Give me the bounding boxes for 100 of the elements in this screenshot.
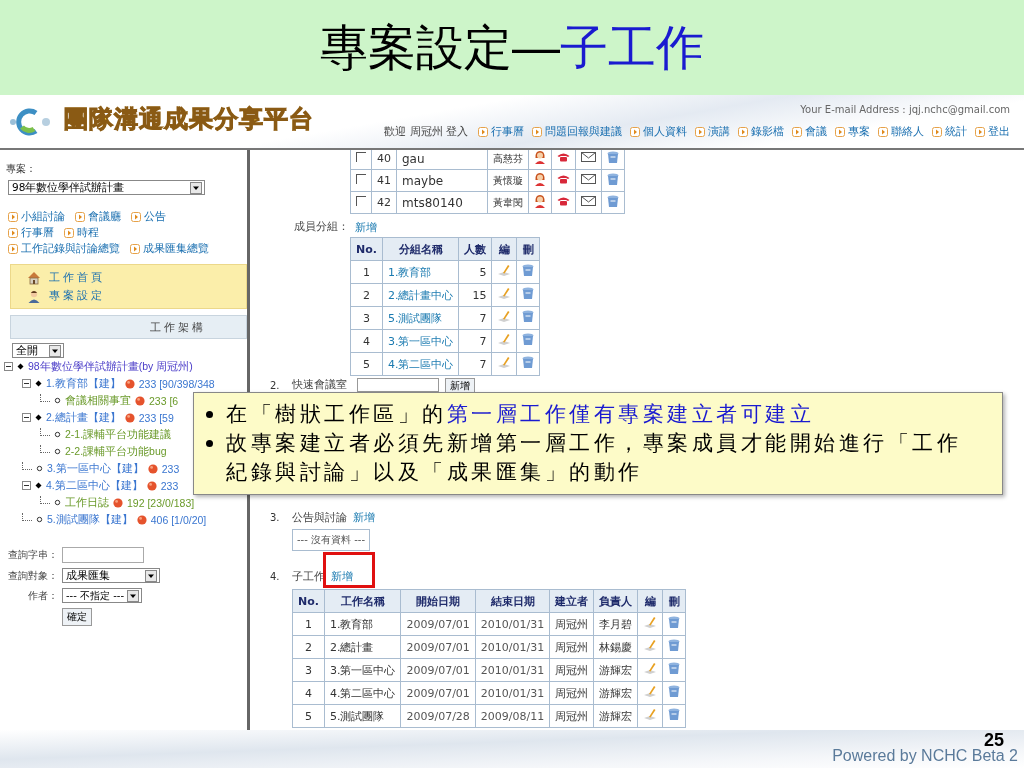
trash-icon[interactable]: [522, 356, 535, 369]
circle-bullet-icon: [54, 499, 61, 506]
person-icon[interactable]: [534, 150, 546, 164]
sidebar-link[interactable]: 成果匯集總覽: [130, 241, 209, 256]
nav-link[interactable]: 會議: [792, 125, 827, 139]
table-cell: 2009/07/01: [400, 635, 476, 659]
query-field[interactable]: [62, 547, 144, 563]
trash-icon[interactable]: [668, 616, 681, 629]
table-cell: 周冠州: [549, 681, 594, 705]
phone-icon[interactable]: [557, 196, 570, 206]
table-cell: 2: [292, 635, 325, 659]
sidebar-link[interactable]: 時程: [64, 225, 99, 240]
trash-icon[interactable]: [668, 639, 681, 652]
trash-icon[interactable]: [607, 172, 619, 186]
tree-item-count: 233 [59: [138, 411, 174, 424]
nav-link[interactable]: 聯絡人: [878, 125, 924, 139]
nav-link[interactable]: 個人資料: [630, 125, 687, 139]
edit-icon[interactable]: [643, 685, 658, 698]
table-cell: 2009/07/01: [400, 681, 476, 705]
sidebar-link[interactable]: 工作記錄與討論總覽: [8, 241, 120, 256]
welcome-text: 歡迎 周冠州 登入: [384, 125, 468, 139]
sidebar-link[interactable]: 會議廳: [75, 209, 121, 224]
tree-item[interactable]: 工作日誌: [65, 495, 109, 510]
project-select[interactable]: 98年數位學伴試辦計畫: [8, 180, 205, 195]
tree-item[interactable]: 2-2.課輔平台功能bug: [65, 444, 167, 459]
edit-icon[interactable]: [643, 662, 658, 675]
sidebar-link[interactable]: 行事曆: [8, 225, 54, 240]
edit-icon[interactable]: [643, 616, 658, 629]
phone-icon[interactable]: [557, 174, 570, 184]
tree-item[interactable]: 98年數位學伴試辦計畫(by 周冠州): [28, 359, 193, 374]
table-cell: 4: [350, 329, 383, 353]
phone-icon[interactable]: [557, 152, 570, 162]
nav-link[interactable]: 統計: [932, 125, 967, 139]
tree-line: [22, 512, 32, 521]
circle-bullet-icon: [54, 431, 61, 438]
callout-text: 故專案建立者必須先新增第一層工作，專案成員才能開始進行「工作紀錄與討論」以及「成果匯集」的動作: [202, 428, 968, 486]
add-link[interactable]: 新增: [353, 510, 375, 525]
tree-item[interactable]: 會議相關事宜: [65, 393, 131, 408]
sidebar-link[interactable]: 公告: [131, 209, 166, 224]
trash-icon[interactable]: [522, 264, 535, 277]
person-icon[interactable]: [534, 172, 546, 186]
table-cell: 3: [350, 306, 383, 330]
author-select[interactable]: --- 不指定 ---: [62, 588, 142, 603]
circle-bullet-icon: [54, 397, 61, 404]
nav-link[interactable]: 行事曆: [478, 125, 524, 139]
edit-icon[interactable]: [497, 333, 512, 346]
trash-icon[interactable]: [668, 685, 681, 698]
nav-link[interactable]: 演講: [695, 125, 730, 139]
column-header: 刪: [662, 589, 686, 613]
section-number: 4.: [270, 571, 281, 582]
section-label: 成員分組：: [294, 220, 349, 234]
nav-link[interactable]: 專案: [835, 125, 870, 139]
tree-item[interactable]: 2.總計畫【建】: [46, 410, 121, 425]
highlight-frame: [323, 552, 375, 588]
person-icon[interactable]: [534, 194, 546, 208]
trash-icon[interactable]: [668, 708, 681, 721]
tree-toggle-icon[interactable]: [22, 379, 31, 388]
edit-icon[interactable]: [497, 287, 512, 300]
add-link[interactable]: 新增: [331, 570, 353, 583]
tree-toggle-icon[interactable]: [4, 362, 13, 371]
expand-select[interactable]: 全開: [12, 343, 64, 358]
tree-item[interactable]: 4.第二區中心【建】: [46, 478, 143, 493]
table-cell: 7: [458, 329, 492, 353]
tree-item[interactable]: 1.教育部【建】: [46, 376, 121, 391]
trash-icon[interactable]: [522, 310, 535, 323]
edit-icon[interactable]: [497, 356, 512, 369]
table-cell: maybe: [396, 169, 488, 192]
mail-icon[interactable]: [581, 196, 596, 206]
trash-icon[interactable]: [607, 194, 619, 208]
diamond-bullet-icon: [17, 363, 24, 370]
trash-icon[interactable]: [522, 333, 535, 346]
add-link[interactable]: 新增: [355, 220, 377, 235]
tree-toggle-icon[interactable]: [22, 481, 31, 490]
add-button[interactable]: 新增: [445, 377, 475, 393]
section-label: 快速會議室: [292, 378, 347, 392]
nav-link[interactable]: 登出: [975, 125, 1010, 139]
menu-item[interactable]: 工作首頁: [27, 270, 105, 285]
column-header: 編: [491, 237, 517, 261]
person-icon: [27, 288, 41, 303]
table-cell: 3.第一區中心: [324, 658, 401, 682]
menu-item[interactable]: 專案設定: [27, 288, 105, 303]
mail-icon[interactable]: [581, 174, 596, 184]
trash-icon[interactable]: [668, 662, 681, 675]
submit-button[interactable]: 確定: [62, 608, 92, 626]
target-select[interactable]: 成果匯集: [62, 568, 160, 583]
mail-icon[interactable]: [581, 152, 596, 162]
edit-icon[interactable]: [643, 639, 658, 652]
tree-item[interactable]: 2-1.課輔平台功能建議: [65, 427, 172, 442]
nav-link[interactable]: 錄影檔: [738, 125, 784, 139]
meeting-name-field[interactable]: [357, 378, 439, 392]
nav-link[interactable]: 問題回報與建議: [532, 125, 622, 139]
edit-icon[interactable]: [497, 264, 512, 277]
edit-icon[interactable]: [497, 310, 512, 323]
sidebar-link[interactable]: 小組討論: [8, 209, 65, 224]
tree-item[interactable]: 5.測試團隊【建】: [47, 512, 133, 527]
edit-icon[interactable]: [643, 708, 658, 721]
trash-icon[interactable]: [607, 150, 619, 164]
trash-icon[interactable]: [522, 287, 535, 300]
tree-item[interactable]: 3.第一區中心【建】: [47, 461, 144, 476]
tree-toggle-icon[interactable]: [22, 413, 31, 422]
